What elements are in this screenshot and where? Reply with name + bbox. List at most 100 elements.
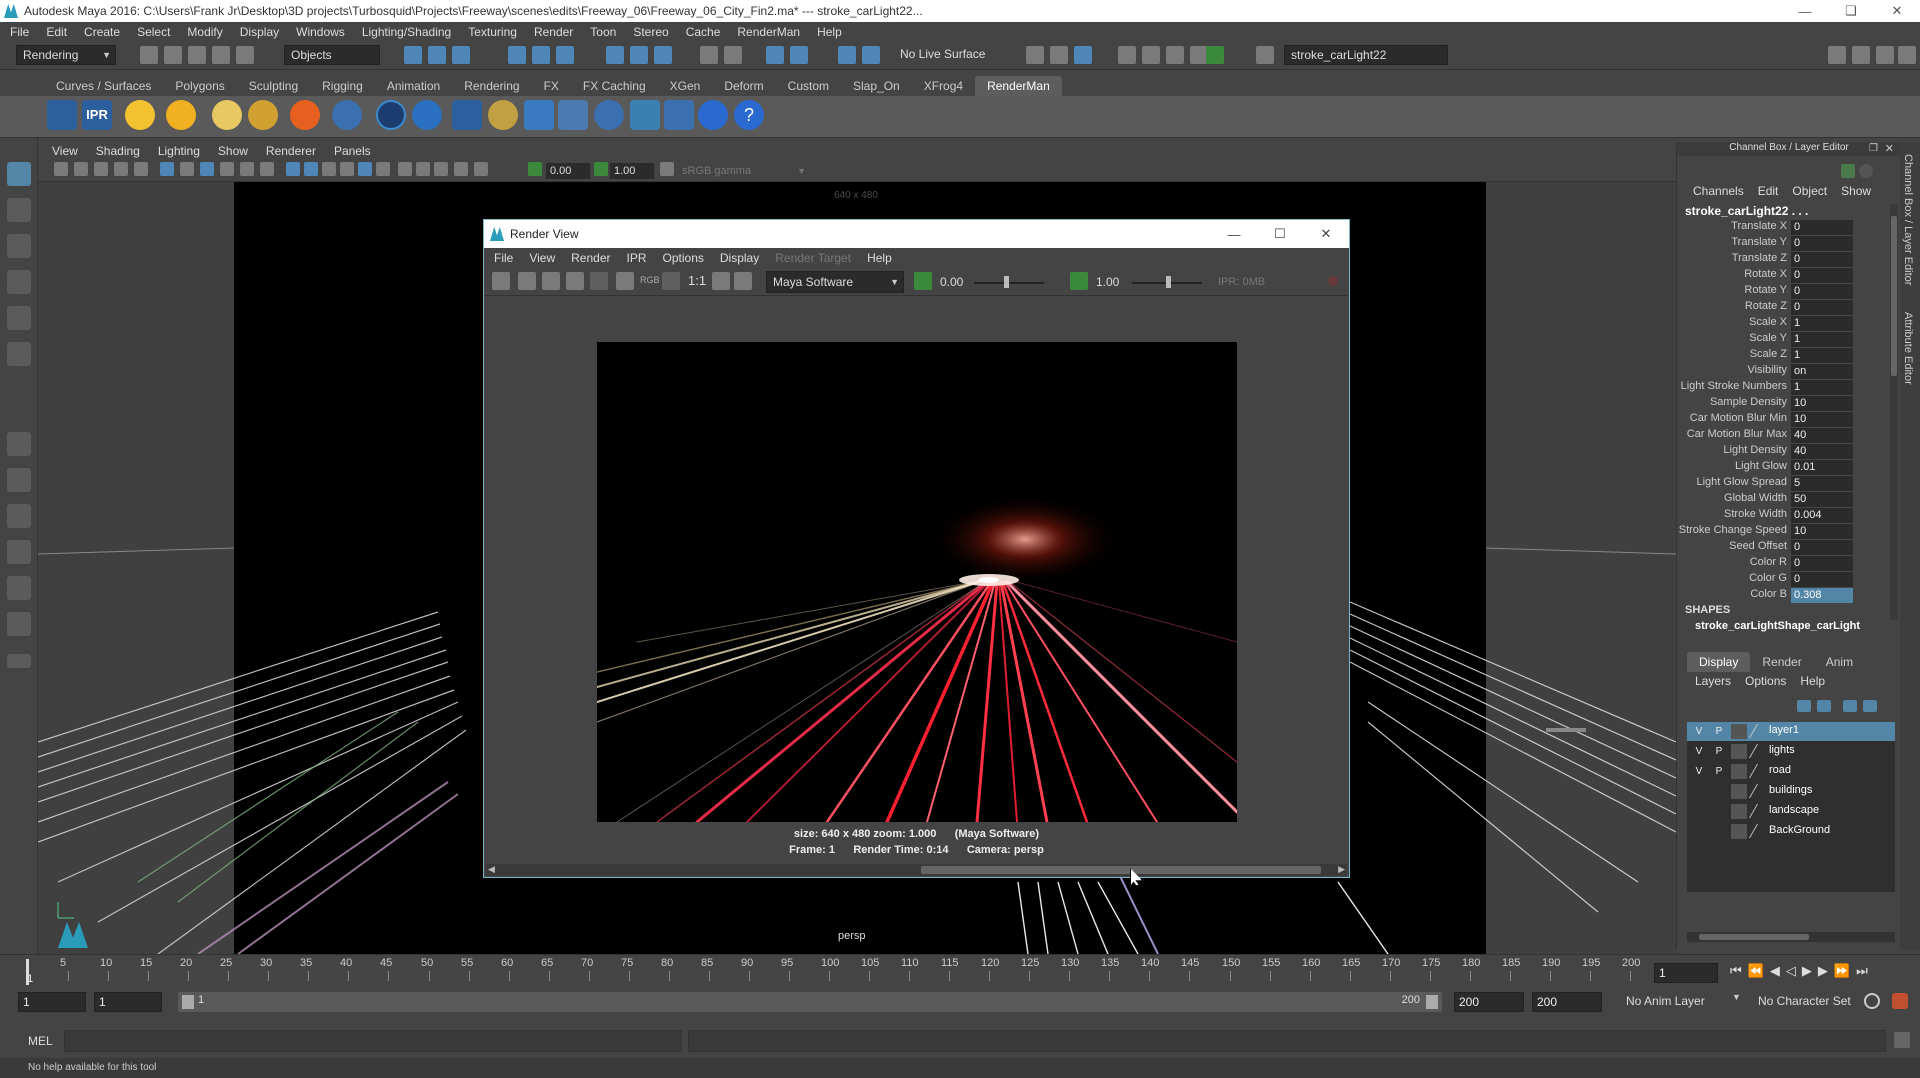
attribute-row[interactable]: Color B 0.308 [1677, 588, 1887, 604]
attribute-row[interactable]: Light Density 40 [1677, 444, 1887, 460]
menu-display[interactable]: Display [240, 25, 279, 39]
motion-blur-icon[interactable] [416, 162, 430, 176]
vp-menu-show[interactable]: Show [218, 144, 248, 158]
renderman-icon[interactable] [1206, 46, 1224, 64]
layer-playback-toggle[interactable]: P [1711, 744, 1727, 759]
attribute-row[interactable]: Scale Y 1 [1677, 332, 1887, 348]
soft-select-icon[interactable] [862, 46, 880, 64]
menu-cache[interactable]: Cache [686, 25, 721, 39]
menu-edit[interactable]: Edit [46, 25, 67, 39]
layer-playback-toggle[interactable] [1711, 824, 1727, 839]
anim-layer-dropdown[interactable]: No Anim Layer [1626, 994, 1705, 1008]
character-set-dropdown[interactable]: No Character Set [1758, 994, 1851, 1008]
current-time-indicator[interactable] [26, 959, 29, 985]
layer-color-swatch[interactable] [1731, 804, 1747, 819]
display-icon[interactable] [712, 272, 730, 290]
layer-playback-toggle[interactable] [1711, 784, 1727, 799]
snap-surface-icon[interactable] [606, 46, 624, 64]
snapshot-icon[interactable] [542, 272, 560, 290]
attribute-value-field[interactable]: 10 [1791, 524, 1853, 539]
rv-menu-ipr[interactable]: IPR [627, 251, 647, 265]
close-button[interactable]: ✕ [1874, 3, 1920, 19]
attribute-value-field[interactable]: 1 [1791, 332, 1853, 347]
safe-action-icon[interactable] [260, 162, 274, 176]
rv-menu-options[interactable]: Options [663, 251, 704, 265]
shelf-tab-sculpting[interactable]: Sculpting [237, 76, 310, 96]
live-surface-label[interactable]: No Live Surface [900, 47, 985, 61]
layer-color-swatch[interactable] [1731, 824, 1747, 839]
shelf-tab-slap-on[interactable]: Slap_On [841, 76, 912, 96]
shelf-tab-fx-caching[interactable]: FX Caching [571, 76, 658, 96]
light-bulb-icon[interactable] [488, 100, 518, 130]
layer-color-swatch[interactable] [1731, 744, 1747, 759]
attribute-row[interactable]: Seed Offset 0 [1677, 540, 1887, 556]
shadows-icon[interactable] [376, 162, 390, 176]
snap-plane-icon[interactable] [630, 46, 648, 64]
shelf-tab-custom[interactable]: Custom [776, 76, 841, 96]
menu-stereo[interactable]: Stereo [633, 25, 668, 39]
scrollbar-thumb[interactable] [1891, 216, 1897, 376]
menu-lighting-shading[interactable]: Lighting/Shading [362, 25, 451, 39]
attribute-value-field[interactable]: 0 [1791, 268, 1853, 283]
chart-icon[interactable] [664, 100, 694, 130]
attribute-row[interactable]: Light Glow Spread 5 [1677, 476, 1887, 492]
camera-select-icon[interactable] [54, 162, 68, 176]
material-sphere-icon[interactable] [332, 100, 362, 130]
hypershade-view-icon[interactable] [7, 612, 31, 636]
image-plane-icon[interactable] [114, 162, 128, 176]
float-icon[interactable]: ❐ [1869, 143, 1878, 154]
new-layer-selected-icon[interactable] [1863, 700, 1877, 712]
redo-icon[interactable] [236, 46, 254, 64]
rv-menu-render[interactable]: Render [571, 251, 610, 265]
layer-tab-display[interactable]: Display [1687, 652, 1751, 672]
colorspace-dropdown[interactable]: sRGB gamma ▼ [678, 163, 810, 179]
vp-menu-shading[interactable]: Shading [96, 144, 140, 158]
attribute-row[interactable]: Stroke Change Speed 10 [1677, 524, 1887, 540]
playback-start-field[interactable]: 1 [94, 992, 162, 1012]
color-management-icon[interactable] [660, 162, 674, 176]
channel-box-scrollbar[interactable] [1890, 204, 1898, 620]
lock-icon[interactable] [700, 46, 718, 64]
gate-mask-icon[interactable] [220, 162, 234, 176]
menu-create[interactable]: Create [84, 25, 120, 39]
rv-minimize-button[interactable]: — [1211, 227, 1257, 242]
scale-tool-icon[interactable] [7, 342, 31, 366]
play-forward-icon[interactable]: ▶ [1802, 963, 1818, 978]
ambient-occlusion-icon[interactable] [398, 162, 412, 176]
gamma-toggle-icon[interactable] [1070, 272, 1088, 290]
menu-help[interactable]: Help [817, 25, 842, 39]
name-field[interactable]: stroke_carLight22 [1284, 45, 1448, 65]
sidebar-toggle-icon[interactable] [1256, 46, 1274, 64]
attribute-row[interactable]: Rotate Z 0 [1677, 300, 1887, 316]
channel-box-icon[interactable] [1876, 46, 1894, 64]
paint-select-icon[interactable] [7, 234, 31, 258]
ipr-icon[interactable]: IPR [82, 100, 112, 130]
render-view-window[interactable]: Render View — ☐ ✕ File View Render IPR O… [483, 219, 1350, 878]
bookmark-icon[interactable] [94, 162, 108, 176]
star-light-icon[interactable] [290, 100, 320, 130]
render-view-icon[interactable] [1166, 46, 1184, 64]
attribute-row[interactable]: Translate Z 0 [1677, 252, 1887, 268]
modeling-toolkit-icon[interactable] [1828, 46, 1846, 64]
preferences-icon[interactable] [1892, 993, 1908, 1009]
wireframe-on-shaded-icon[interactable] [322, 162, 336, 176]
remove-image-icon[interactable] [616, 272, 634, 290]
channel-box-icon[interactable] [1841, 164, 1855, 178]
settings-panel-icon[interactable] [558, 100, 588, 130]
move-layer-down-icon[interactable] [1817, 700, 1831, 712]
layer-color-swatch[interactable] [1731, 724, 1747, 739]
attribute-value-field[interactable]: 40 [1791, 428, 1853, 443]
layer-row[interactable]: V Proad [1687, 762, 1895, 781]
attribute-row[interactable]: Color R 0 [1677, 556, 1887, 572]
attribute-value-field[interactable]: 0 [1791, 236, 1853, 251]
isolate-select-icon[interactable] [454, 162, 468, 176]
rv-maximize-button[interactable]: ☐ [1257, 226, 1303, 242]
snap-grid-icon[interactable] [508, 46, 526, 64]
camera-attr-vp-icon[interactable] [74, 162, 88, 176]
rv-exposure-slider[interactable] [974, 282, 1044, 284]
anti-aliasing-icon[interactable] [434, 162, 448, 176]
rv-menu-help[interactable]: Help [867, 251, 892, 265]
new-layer-icon[interactable] [1843, 700, 1857, 712]
render-view-h-scrollbar[interactable]: ◀ ▶ [486, 864, 1347, 876]
attribute-row[interactable]: Visibility on [1677, 364, 1887, 380]
